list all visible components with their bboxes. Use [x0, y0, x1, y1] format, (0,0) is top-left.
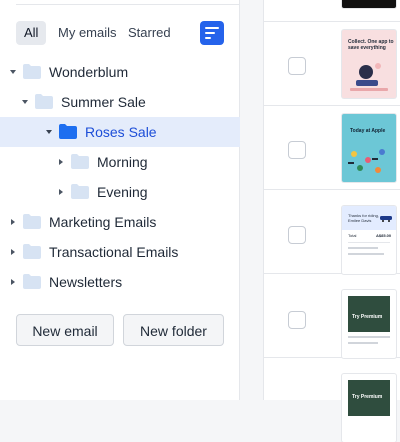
chevron-right-icon[interactable]	[57, 188, 65, 196]
text-line	[348, 336, 390, 338]
tab-starred[interactable]: Starred	[120, 21, 179, 45]
chevron-down-icon[interactable]	[9, 68, 17, 76]
car-icon	[380, 216, 392, 222]
folder-icon	[23, 244, 41, 259]
list-item[interactable]: Today at Apple	[264, 106, 400, 190]
email-thumbnail[interactable]: Try Premium	[342, 374, 396, 442]
folder-tree: Wonderblum Summer Sale Roses Sale Mornin…	[0, 57, 240, 297]
folder-icon	[71, 154, 89, 169]
tree-label: Marketing Emails	[49, 214, 157, 230]
chevron-right-icon[interactable]	[9, 218, 17, 226]
row-checkbox[interactable]	[288, 226, 306, 244]
folder-icon	[35, 94, 53, 109]
thumbnail-total-label: Total	[348, 233, 357, 238]
folder-icon	[59, 124, 77, 139]
folder-icon	[23, 64, 41, 79]
sort-lines-icon	[205, 27, 219, 39]
tree-item-evening[interactable]: Evening	[0, 177, 240, 207]
tree-item-roses-sale[interactable]: Roses Sale	[0, 117, 240, 147]
list-item[interactable]: Collect. One app to save everything	[264, 22, 400, 106]
chevron-right-icon[interactable]	[9, 278, 17, 286]
list-item[interactable]: Try Premium	[264, 358, 400, 442]
tree-item-summer-sale[interactable]: Summer Sale	[0, 87, 240, 117]
folder-icon	[71, 184, 89, 199]
tree-label: Summer Sale	[61, 94, 146, 110]
tree-label: Wonderblum	[49, 64, 129, 80]
email-thumbnail[interactable]: Collect. One app to save everything	[342, 30, 396, 98]
text-line	[348, 247, 378, 249]
chevron-down-icon[interactable]	[21, 98, 29, 106]
tree-item-marketing-emails[interactable]: Marketing Emails	[0, 207, 240, 237]
illustration-icon	[348, 149, 385, 173]
tree-item-newsletters[interactable]: Newsletters	[0, 267, 240, 297]
thumbnail-text: Try Premium	[352, 394, 383, 400]
tree-label: Morning	[97, 154, 148, 170]
email-thumbnail[interactable]: Thanks for riding, Emilee Davis Total A$…	[342, 206, 396, 274]
sort-button[interactable]	[200, 21, 224, 45]
text-line	[348, 253, 384, 255]
chevron-down-icon[interactable]	[45, 128, 53, 136]
tree-label: Newsletters	[49, 274, 123, 290]
tree-label: Roses Sale	[85, 124, 157, 140]
thumbnail-text: Thanks for riding, Emilee Davis	[348, 213, 379, 223]
tree-item-morning[interactable]: Morning	[0, 147, 240, 177]
row-checkbox[interactable]	[288, 141, 306, 159]
text-line	[348, 342, 378, 344]
tree-label: Evening	[97, 184, 148, 200]
thumbnail-total-value: A$85.00	[376, 233, 392, 238]
tree-item-wonderblum[interactable]: Wonderblum	[0, 57, 240, 87]
filter-tabs: All My emails Starred	[16, 20, 226, 46]
folder-icon	[23, 214, 41, 229]
email-thumbnail[interactable]: Today at Apple	[342, 114, 396, 182]
row-checkbox[interactable]	[288, 311, 306, 329]
new-email-button[interactable]: New email	[16, 314, 114, 346]
email-list: Collect. One app to save everything Toda…	[263, 0, 400, 442]
email-thumbnail[interactable]	[342, 0, 396, 8]
list-item[interactable]: Thanks for riding, Emilee Davis Total A$…	[264, 190, 400, 274]
thumbnail-text: Try Premium	[352, 314, 383, 320]
tab-all[interactable]: All	[16, 21, 47, 45]
chevron-right-icon[interactable]	[9, 248, 17, 256]
chevron-right-icon[interactable]	[57, 158, 65, 166]
list-item[interactable]: Try Premium	[264, 274, 400, 358]
folder-icon	[23, 274, 41, 289]
divider	[16, 4, 240, 5]
list-item[interactable]	[264, 0, 400, 22]
tree-item-transactional-emails[interactable]: Transactional Emails	[0, 237, 240, 267]
folder-sidebar: All My emails Starred Wonderblum Summer …	[0, 0, 240, 400]
new-folder-button[interactable]: New folder	[123, 314, 224, 346]
tab-my-emails[interactable]: My emails	[50, 21, 125, 45]
illustration-icon	[350, 63, 388, 91]
email-thumbnail[interactable]: Try Premium	[342, 290, 396, 358]
divider	[348, 242, 390, 243]
tree-label: Transactional Emails	[49, 244, 179, 260]
row-checkbox[interactable]	[288, 57, 306, 75]
